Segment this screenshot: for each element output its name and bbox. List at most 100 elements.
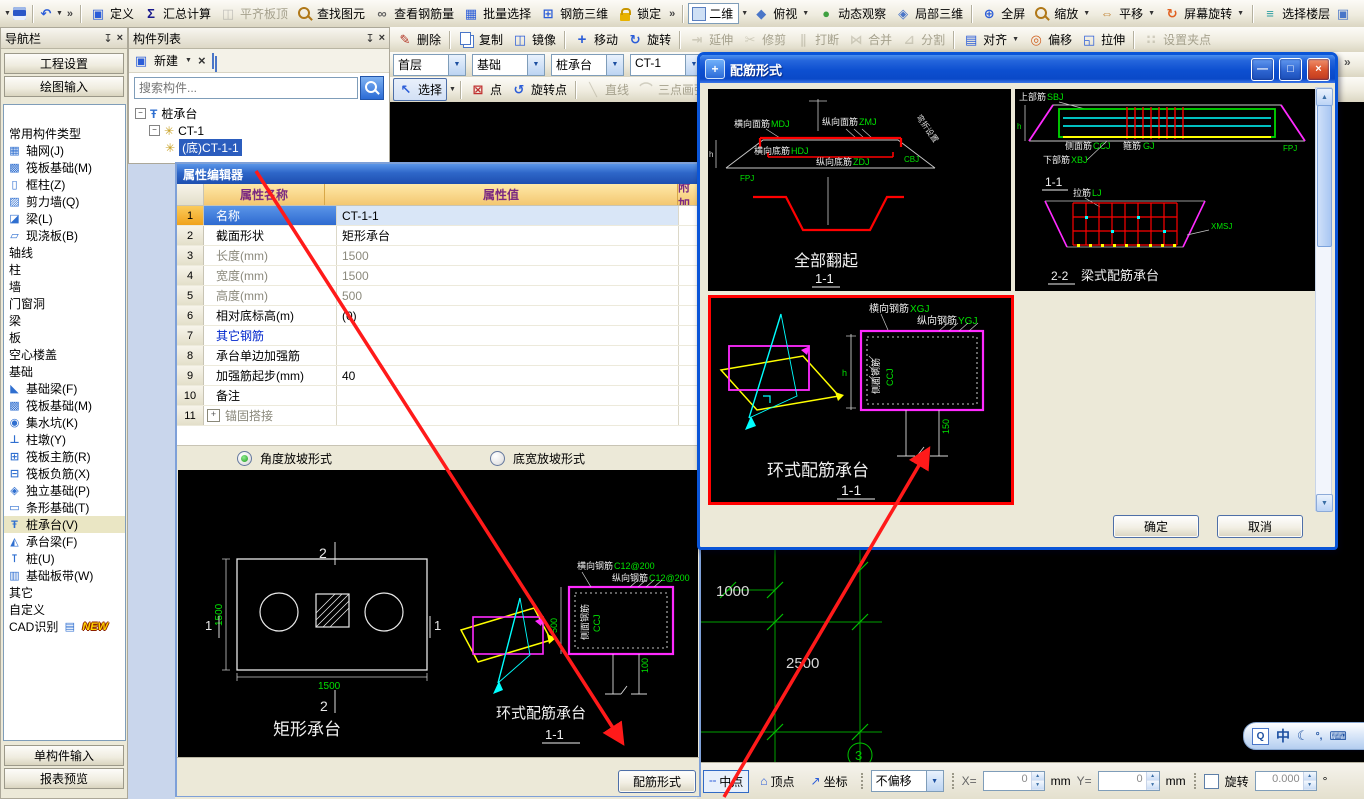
single-component-input-button[interactable]: 单构件输入 xyxy=(4,745,124,766)
property-row-length[interactable]: 3 长度(mm) 1500 xyxy=(177,246,699,266)
property-row-name[interactable]: 1 名称 CT-1-1 xyxy=(177,206,699,226)
view-rebar-qty-button[interactable]: ∞ 查看钢筋量 xyxy=(370,3,458,24)
coordinate-button[interactable]: ↗ 坐标 xyxy=(806,771,853,792)
fullscreen-button[interactable]: ⊕ 全屏 xyxy=(977,3,1029,24)
rotate-point-tool-button[interactable]: ↺ 旋转点 xyxy=(507,79,571,100)
keyboard-icon[interactable]: ⌨ xyxy=(1329,729,1346,743)
category-combobox[interactable]: 基础 ▼ xyxy=(472,53,545,76)
ok-button[interactable]: 确定 xyxy=(1113,515,1199,538)
navgroup-hollow-floor[interactable]: 空心楼盖 xyxy=(4,346,125,363)
view-2d-dropdown-icon[interactable]: ▼ xyxy=(741,10,748,17)
navitem-column-pier[interactable]: ⊥ 柱墩(Y) xyxy=(4,431,125,448)
navitem-cast-slab[interactable]: ▱ 现浇板(B) xyxy=(4,227,125,244)
collapse-icon[interactable]: − xyxy=(135,108,146,119)
navitem-beam[interactable]: ◪ 梁(L) xyxy=(4,210,125,227)
x-input[interactable]: 0 ▲ ▼ xyxy=(982,771,1045,791)
dialog-scrollbar[interactable]: ▲ ▼ xyxy=(1315,87,1333,512)
undo-icon[interactable]: ↶ xyxy=(38,6,54,22)
navgroup-beam[interactable]: 梁 xyxy=(4,312,125,329)
selected-tree-label[interactable]: (底)CT-1-1 xyxy=(179,139,242,156)
punctuation-icon[interactable]: °, xyxy=(1316,731,1323,742)
halfwidth-moon-icon[interactable]: ☾ xyxy=(1297,728,1309,744)
lock-button[interactable]: 锁定 xyxy=(613,3,665,24)
chevron-down-icon[interactable]: ▼ xyxy=(527,54,544,75)
property-row-width[interactable]: 4 宽度(mm) 1500 xyxy=(177,266,699,286)
navgroup-custom[interactable]: 自定义 xyxy=(4,601,125,618)
cube-icon[interactable]: ▣ xyxy=(1335,6,1351,22)
navitem-cap-beam[interactable]: ◭ 承台梁(F) xyxy=(4,533,125,550)
property-row-rebar-start[interactable]: 9 加强筋起步(mm) 40 xyxy=(177,366,699,386)
report-preview-button[interactable]: 报表预览 xyxy=(4,768,124,789)
collapse-icon[interactable]: − xyxy=(149,125,160,136)
view-2d-button[interactable]: 二维 xyxy=(688,3,740,24)
element-combobox[interactable]: CT-1 ▼ xyxy=(630,53,703,76)
vertex-snap-button[interactable]: ⌂ 顶点 xyxy=(755,771,799,792)
move-button[interactable]: + 移动 xyxy=(570,29,622,50)
expand-icon[interactable]: + xyxy=(207,409,220,422)
project-settings-button[interactable]: 工程设置 xyxy=(4,53,124,74)
property-row-other-rebar[interactable]: 7 其它钢筋 xyxy=(177,326,699,346)
floor-combobox[interactable]: 首层 ▼ xyxy=(393,53,466,76)
find-element-button[interactable]: 查找图元 xyxy=(293,3,369,24)
top-view-button[interactable]: ◆ 俯视 ▼ xyxy=(749,3,813,24)
navitem-foundation-beam[interactable]: ◣ 基础梁(F) xyxy=(4,380,125,397)
new-dropdown-icon[interactable]: ▼ xyxy=(185,57,192,64)
tree-node-ct1[interactable]: − ✳ CT-1 xyxy=(135,122,383,139)
property-row-height[interactable]: 5 高度(mm) 500 xyxy=(177,286,699,306)
pan-button[interactable]: ⇔ 平移 ▼ xyxy=(1095,3,1159,24)
navitem-frame-column[interactable]: ▯ 框柱(Z) xyxy=(4,176,125,193)
rotate-checkbox[interactable] xyxy=(1203,773,1219,789)
toolbar-dropdown-icon[interactable]: ▼ xyxy=(4,10,11,17)
navgroup-foundation[interactable]: 基础 xyxy=(4,363,125,380)
rotate-button[interactable]: ↻ 旋转 xyxy=(623,29,675,50)
navitem-foundation-slab-band[interactable]: ▥ 基础板带(W) xyxy=(4,567,125,584)
select-tool-button[interactable]: ↖ 选择 xyxy=(393,78,448,101)
navitem-independent-foundation[interactable]: ◈ 独立基础(P) xyxy=(4,482,125,499)
option-ring-style-panel[interactable]: h 横向钢筋 XGJ 纵向钢筋 YGJ 侧面钢筋 CCJ 150 环式配筋承台 … xyxy=(708,295,1014,505)
close-button[interactable]: × xyxy=(1307,57,1330,81)
scroll-down-icon[interactable]: ▼ xyxy=(1316,494,1333,512)
cancel-button[interactable]: 取消 xyxy=(1217,515,1303,538)
navitem-cad-recognition[interactable]: CAD识别 ▤ NEW xyxy=(4,618,125,635)
align-button[interactable]: ▤ 对齐 ▼ xyxy=(959,29,1023,50)
select-floor-button[interactable]: ≡ 选择楼层 xyxy=(1258,3,1334,24)
close-icon[interactable]: × xyxy=(117,32,123,44)
rebar-3d-button[interactable]: ⊞ 钢筋三维 xyxy=(536,3,612,24)
rotate-input[interactable]: 0.000 ▲ ▼ xyxy=(1254,771,1317,791)
new-component-button[interactable]: 新建 xyxy=(154,52,178,69)
rebar-form-button[interactable]: 配筋形式 xyxy=(618,770,696,793)
copy-component-icon[interactable] xyxy=(211,52,217,69)
navitem-shear-wall[interactable]: ▨ 剪力墙(Q) xyxy=(4,193,125,210)
navgroup-wall[interactable]: 墙 xyxy=(4,278,125,295)
navitem-raft-main-rebar[interactable]: ⊞ 筏板主筋(R) xyxy=(4,448,125,465)
chevron-down-icon[interactable]: ▼ xyxy=(925,771,943,791)
navitem-raft-foundation[interactable]: ▩ 筏板基础(M) xyxy=(4,159,125,176)
offset-mode-combobox[interactable]: 不偏移 ▼ xyxy=(870,770,944,792)
copy-button[interactable]: 复制 xyxy=(455,29,507,50)
navitem-axis-grid[interactable]: ▦ 轴网(J) xyxy=(4,142,125,159)
toolbar-overflow-icon-2[interactable]: » xyxy=(666,8,678,20)
tree-node-ct11[interactable]: ✳ (底)CT-1-1 xyxy=(135,139,383,156)
navgroup-axis[interactable]: 轴线 xyxy=(4,244,125,261)
property-row-edge-rebar[interactable]: 8 承台单边加强筋 xyxy=(177,346,699,366)
navitem-strip-foundation[interactable]: ▭ 条形基础(T) xyxy=(4,499,125,516)
chevron-down-icon[interactable]: ▼ xyxy=(448,54,465,75)
property-row-bottom-elevation[interactable]: 6 相对底标高(m) (0) xyxy=(177,306,699,326)
local-3d-button[interactable]: ◈ 局部三维 xyxy=(891,3,967,24)
define-button[interactable]: ▣ 定义 xyxy=(86,3,138,24)
property-editor-titlebar[interactable]: 属性编辑器 xyxy=(177,164,699,184)
navitem-sump-pit[interactable]: ◉ 集水坑(K) xyxy=(4,414,125,431)
navitem-pile-cap[interactable]: Ŧ 桩承台(V) xyxy=(4,516,125,533)
orbit-button[interactable]: ● 动态观察 xyxy=(814,3,890,24)
tree-node-pile-cap[interactable]: − Ŧ 桩承台 xyxy=(135,105,383,122)
minimize-button[interactable]: — xyxy=(1251,57,1274,81)
midpoint-snap-button[interactable]: ╌ 中点 xyxy=(703,769,750,793)
ime-logo-icon[interactable]: Q xyxy=(1252,727,1269,745)
mirror-button[interactable]: ◫ 镜像 xyxy=(508,29,560,50)
delete-component-icon[interactable]: × xyxy=(198,53,206,68)
batch-select-button[interactable]: ▦ 批量选择 xyxy=(459,3,535,24)
search-button[interactable] xyxy=(360,76,384,100)
pin-icon[interactable]: ↧ xyxy=(365,32,374,45)
window-overflow-chevron[interactable]: » xyxy=(1344,55,1351,69)
search-input[interactable] xyxy=(134,77,358,99)
